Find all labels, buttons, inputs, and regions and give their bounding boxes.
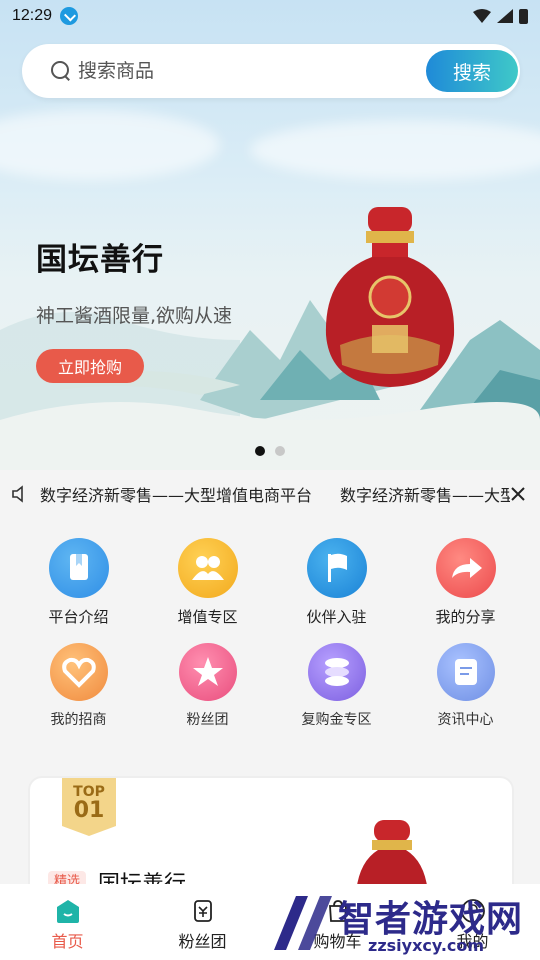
wifi-icon <box>473 9 491 23</box>
status-icons <box>473 8 528 24</box>
announcement-bar[interactable]: 数字经济新零售——大型增值电商平台 数字经济新零售——大型增值电商平台 <box>0 470 540 518</box>
nav-fans[interactable]: 粉丝团 <box>135 884 270 960</box>
menu-label: 我的分享 <box>435 608 496 626</box>
feature-row: 我的招商 粉丝团 复购金专区 资讯中心 <box>0 627 540 729</box>
menu-repurchase-zone[interactable]: 复购金专区 <box>272 627 401 729</box>
watermark-text: 智者游戏网 <box>338 899 524 940</box>
group-icon <box>177 538 238 598</box>
heart-icon <box>49 643 108 701</box>
nav-label: 首页 <box>51 932 84 951</box>
book-icon <box>48 538 109 598</box>
announcement-text: 数字经济新零售——大型增值电商平台 数字经济新零售——大型增值电商平台 <box>40 482 510 506</box>
carousel-dot[interactable] <box>275 446 285 456</box>
hero-banner[interactable]: 12:29 搜索 国坛善行 神工酱酒限量,欲购从速 立即抢购 <box>0 0 540 470</box>
carousel-dot[interactable] <box>255 446 265 456</box>
menu-partner-join[interactable]: 伙伴入驻 <box>272 528 401 627</box>
search-icon <box>50 60 72 82</box>
document-icon <box>436 643 495 701</box>
close-icon[interactable] <box>508 484 528 504</box>
status-time: 12:29 <box>12 7 53 24</box>
flag-icon <box>306 538 367 598</box>
menu-label: 我的招商 <box>50 712 107 728</box>
menu-label: 增值专区 <box>177 608 238 626</box>
site-watermark: 智者游戏网 zzsiyxcy.com <box>268 890 540 960</box>
badge-rank: 01 <box>73 798 105 823</box>
banner-title: 国坛善行 <box>36 242 164 278</box>
search-input[interactable] <box>78 60 398 82</box>
announcement-message: 数字经济新零售——大型增值电商平台 <box>340 486 510 505</box>
buy-now-button[interactable]: 立即抢购 <box>36 349 144 383</box>
battery-icon <box>519 8 528 24</box>
menu-my-share[interactable]: 我的分享 <box>401 528 530 627</box>
menu-value-zone[interactable]: 增值专区 <box>143 528 272 627</box>
nav-label: 粉丝团 <box>178 932 227 951</box>
menu-my-investment[interactable]: 我的招商 <box>14 627 143 729</box>
menu-platform-intro[interactable]: 平台介绍 <box>14 528 143 627</box>
nav-home[interactable]: 首页 <box>0 884 135 960</box>
search-button[interactable]: 搜索 <box>426 50 518 92</box>
search-bar: 搜索 <box>22 44 520 98</box>
carousel-dots <box>255 446 285 456</box>
liquor-bottle-image <box>325 207 455 387</box>
feature-row: 平台介绍 增值专区 伙伴入驻 我的分享 <box>0 528 540 627</box>
menu-label: 伙伴入驻 <box>306 608 367 626</box>
watermark-logo-icon <box>274 896 332 950</box>
feature-grid: 平台介绍 增值专区 伙伴入驻 我的分享 我的招商 粉丝团 复购金专区 资讯中心 <box>0 528 540 729</box>
home-icon <box>56 900 79 923</box>
download-icon <box>60 7 79 25</box>
speaker-icon <box>12 485 23 503</box>
status-bar: 12:29 <box>0 0 540 32</box>
top-rank-badge: TOP 01 <box>62 778 116 836</box>
menu-label: 平台介绍 <box>48 608 109 626</box>
menu-fan-club[interactable]: 粉丝团 <box>143 627 272 729</box>
menu-label: 粉丝团 <box>186 712 229 728</box>
menu-label: 复购金专区 <box>301 712 372 728</box>
watermark-url: zzsiyxcy.com <box>368 936 485 955</box>
fans-icon <box>193 900 212 922</box>
banner-subtitle: 神工酱酒限量,欲购从速 <box>36 305 233 327</box>
menu-news-center[interactable]: 资讯中心 <box>401 627 530 729</box>
signal-icon <box>497 9 513 23</box>
menu-label: 资讯中心 <box>437 712 494 728</box>
star-icon <box>178 643 237 701</box>
coins-icon <box>307 643 366 701</box>
share-icon <box>435 538 496 598</box>
announcement-message: 数字经济新零售——大型增值电商平台 <box>40 486 313 505</box>
